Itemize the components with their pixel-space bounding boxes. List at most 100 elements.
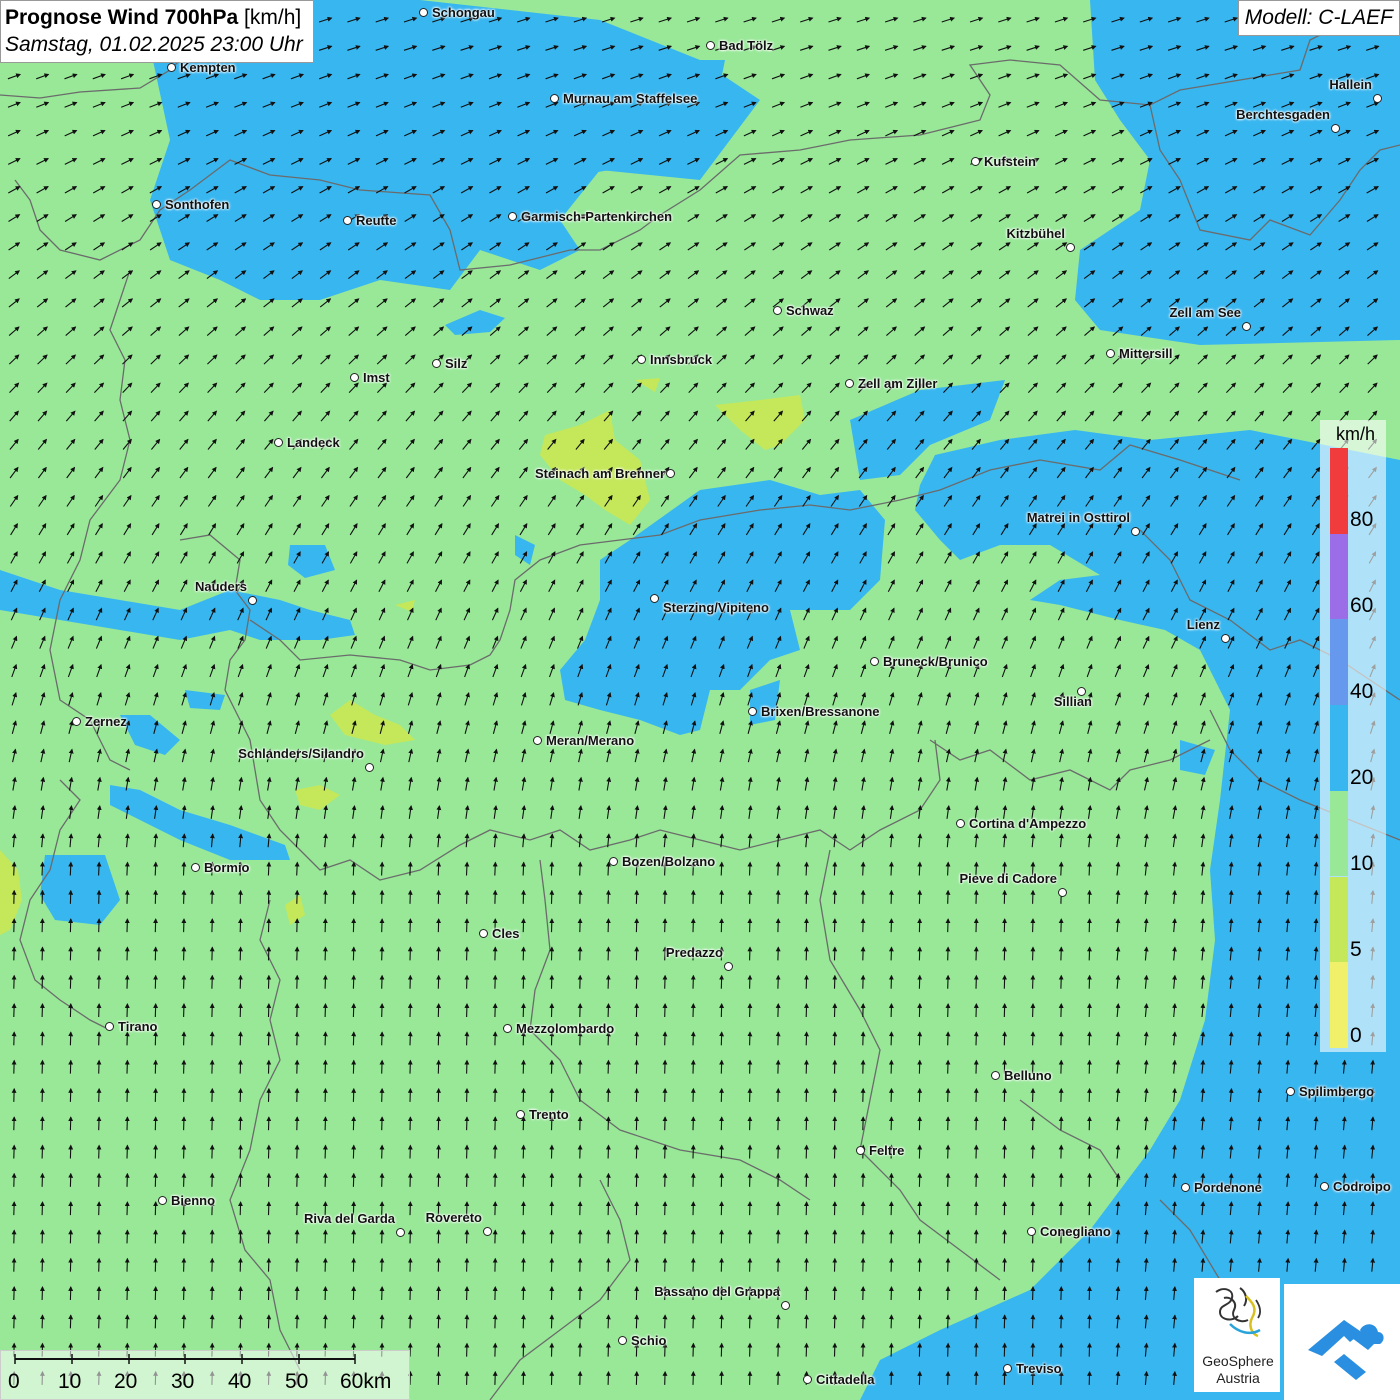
wind-arrow	[39, 861, 45, 876]
city-dot	[971, 157, 980, 166]
city-label: Schlanders/Silandro	[238, 746, 364, 761]
wind-arrow	[860, 861, 866, 876]
city-label: Pieve di Cadore	[959, 871, 1057, 886]
app-logo	[1284, 1284, 1400, 1400]
wind-arrow	[549, 861, 555, 876]
city-dot	[550, 94, 559, 103]
city-label: Tirano	[118, 1019, 158, 1034]
city-dot	[365, 763, 374, 772]
wind-arrow	[322, 861, 328, 876]
city-label: Codroipo	[1333, 1179, 1391, 1194]
city-dot	[956, 819, 965, 828]
city-label: Trento	[529, 1107, 569, 1122]
wind-arrow	[775, 861, 781, 876]
city-dot	[803, 1375, 812, 1384]
city-label: Riva del Garda	[303, 1211, 395, 1226]
city-dot	[724, 962, 733, 971]
city-dot	[191, 863, 200, 872]
legend-tick-label: 60	[1350, 594, 1374, 617]
city-dot	[637, 355, 646, 364]
city-label: Zell am Ziller	[858, 376, 938, 391]
wind-arrow	[266, 861, 272, 876]
wind-arrow	[1058, 861, 1064, 876]
city-label: Innsbruck	[650, 352, 713, 367]
city-label: Bienno	[171, 1193, 216, 1208]
city-label: Murnau am Staffelsee	[563, 91, 698, 106]
scale-bar-label: 0	[8, 1370, 20, 1393]
map-title-text: Prognose Wind 700hPa	[5, 6, 239, 29]
legend-tick-label: 40	[1350, 680, 1374, 703]
city-label: Landeck	[287, 435, 340, 450]
city-label: Treviso	[1016, 1361, 1062, 1376]
city-dot	[1131, 527, 1140, 536]
city-dot	[706, 41, 715, 50]
legend-tick-label: 5	[1350, 938, 1362, 961]
scale-bar-label: 10	[58, 1370, 82, 1393]
legend-tick-label: 0	[1350, 1024, 1362, 1047]
city-label: Bormio	[204, 860, 250, 875]
wind-arrow	[181, 861, 187, 876]
model-label: Modell: C-LAEF	[1237, 0, 1400, 36]
city-label: Brixen/Bressanone	[761, 704, 880, 719]
city-dot	[1373, 94, 1382, 103]
city-dot	[350, 373, 359, 382]
city-dot	[618, 1336, 627, 1345]
legend-band	[1330, 448, 1348, 534]
wind-arrow	[577, 861, 583, 876]
geosphere-emblem-icon	[1215, 1287, 1262, 1338]
city-label: Sterzing/Vipiteno	[663, 600, 769, 615]
city-dot	[773, 306, 782, 315]
legend-band	[1330, 876, 1348, 963]
wind-arrow	[521, 861, 526, 876]
wind-arrow	[68, 861, 74, 876]
legend-band	[1330, 705, 1348, 791]
legend-unit: km/h	[1336, 424, 1376, 444]
city-dot	[248, 596, 257, 605]
legend-tick-label: 10	[1350, 852, 1374, 875]
city-label: Mittersill	[1119, 346, 1173, 361]
city-label: Bozen/Bolzano	[622, 854, 716, 869]
city-label: Schwaz	[786, 303, 834, 318]
wind-arrow	[832, 861, 838, 876]
city-label: Lienz	[1186, 617, 1220, 632]
city-dot	[483, 1227, 492, 1236]
forecast-datetime: Samstag, 01.02.2025 23:00 Uhr	[5, 33, 303, 56]
city-label: Kufstein	[984, 154, 1036, 169]
city-dot	[479, 929, 488, 938]
wind-arrow	[153, 861, 159, 876]
legend-band	[1330, 619, 1348, 706]
city-label: Bruneck/Brunico	[883, 654, 988, 669]
scale-bar-label: 30	[171, 1370, 195, 1393]
city-label: Schio	[631, 1333, 667, 1348]
city-label: Mezzolombardo	[516, 1021, 615, 1036]
city-dot	[152, 200, 161, 209]
city-label: Sillian	[1053, 694, 1092, 709]
wind-arrow	[945, 861, 951, 876]
wind-arrow	[407, 861, 413, 876]
wind-arrow	[605, 861, 611, 876]
city-label: Hallein	[1329, 77, 1372, 92]
legend-band	[1330, 533, 1348, 620]
city-label: Zernez	[85, 714, 127, 729]
city-dot	[666, 469, 675, 478]
wind-arrow	[294, 861, 300, 876]
city-label: Zell am See	[1169, 305, 1241, 320]
wind-arrow	[747, 861, 753, 876]
city-dot	[870, 657, 879, 666]
city-label: Imst	[363, 370, 390, 385]
map-title: Prognose Wind 700hPa [km/h]	[5, 4, 303, 31]
city-dot	[1242, 322, 1251, 331]
city-label: Bad Tölz	[719, 38, 774, 53]
city-dot	[781, 1301, 790, 1310]
legend-tick-label: 20	[1350, 766, 1374, 789]
city-dot	[1286, 1087, 1295, 1096]
city-label: Feltre	[869, 1143, 905, 1158]
wind-arrow	[719, 861, 725, 876]
legend-tick-label: 80	[1350, 508, 1374, 531]
wind-arrow	[917, 861, 923, 876]
wind-arrow	[888, 861, 894, 876]
city-dot	[516, 1110, 525, 1119]
city-label: Schongau	[432, 5, 495, 20]
wind-arrow	[96, 861, 102, 876]
city-dot	[72, 717, 81, 726]
